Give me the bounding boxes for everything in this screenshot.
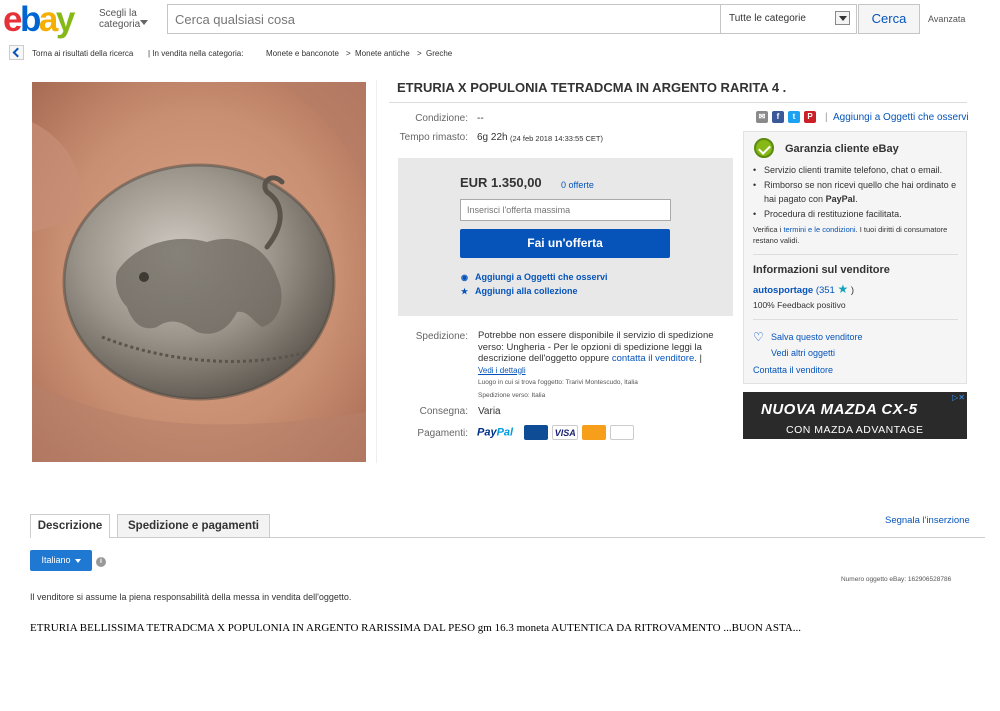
terms-link[interactable]: termini e le condizioni bbox=[783, 225, 855, 234]
add-to-collection-link[interactable]: ★ Aggiungi alla collezione bbox=[460, 286, 578, 296]
pinterest-icon[interactable]: P bbox=[804, 111, 816, 124]
item-location: Luogo in cui si trova l'oggetto: Trarivi… bbox=[478, 379, 638, 386]
tab-description[interactable]: Descrizione bbox=[30, 514, 110, 538]
divider bbox=[753, 319, 958, 320]
seller-feedback: 100% Feedback positivo bbox=[753, 300, 846, 310]
title-divider bbox=[389, 102, 967, 103]
seller-name-link[interactable]: autosportage bbox=[753, 285, 813, 296]
back-to-results-link[interactable]: Torna ai risultati della ricerca bbox=[32, 49, 133, 58]
paypal-logo: PayPal bbox=[477, 426, 514, 439]
breadcrumb-ancient-coins[interactable]: Monete antiche bbox=[355, 49, 410, 58]
time-left-value: 6g 22h bbox=[477, 132, 508, 143]
delivery-label: Consegna: bbox=[419, 406, 468, 417]
shipping-label: Spedizione: bbox=[415, 331, 468, 342]
category-select[interactable]: Tutte le categorie bbox=[720, 5, 856, 33]
add-to-watchlist-link[interactable]: ◉ Aggiungi a Oggetti che osservi bbox=[460, 272, 608, 282]
share-separator: | bbox=[825, 112, 828, 123]
guarantee-check-icon bbox=[754, 138, 774, 158]
divider bbox=[753, 254, 958, 255]
heart-icon[interactable]: ♡ bbox=[753, 330, 764, 344]
guarantee-item: Servizio clienti tramite telefono, chat … bbox=[753, 163, 963, 178]
shipping-info: Potrebbe non essere disponibile il servi… bbox=[478, 330, 714, 399]
info-icon[interactable]: i bbox=[96, 557, 106, 567]
visa-logo: VISA bbox=[552, 425, 579, 440]
facebook-icon[interactable]: f bbox=[772, 111, 784, 124]
other-items-link[interactable]: Vedi altri oggetti bbox=[771, 348, 835, 358]
ships-to: Spedizione verso: Italia bbox=[478, 391, 546, 399]
seller-responsibility: Il venditore si assume la piena responsa… bbox=[30, 592, 352, 602]
share-icons: ✉ f t P bbox=[756, 111, 820, 125]
shipping-details-link[interactable]: Vedi i dettagli bbox=[478, 366, 526, 375]
shop-by-category[interactable]: Scegli la categoria bbox=[99, 8, 159, 30]
ad-headline: NUOVA MAZDA CX-5 bbox=[761, 401, 918, 418]
twitter-icon[interactable]: t bbox=[788, 111, 800, 124]
chevron-down-icon bbox=[140, 20, 148, 25]
add-to-watchlist-right[interactable]: Aggiungi a Oggetti che osservi bbox=[833, 112, 969, 123]
product-image-area bbox=[4, 80, 377, 463]
search-bar: Tutte le categorie bbox=[167, 4, 857, 34]
time-left-label: Tempo rimasto: bbox=[399, 132, 468, 143]
coin-photo[interactable] bbox=[32, 82, 366, 462]
contact-seller-link[interactable]: contatta il venditore. bbox=[612, 353, 697, 364]
email-icon[interactable]: ✉ bbox=[756, 111, 768, 124]
ebay-logo[interactable]: ebay bbox=[3, 2, 75, 37]
item-description: ETRURIA BELLISSIMA TETRADCMA X POPULONIA… bbox=[30, 622, 802, 634]
payments-label: Pagamenti: bbox=[417, 428, 468, 439]
guarantee-item: Procedura di restituzione facilitata. bbox=[753, 207, 963, 222]
item-title: ETRURIA X POPULONIA TETRADCMA IN ARGENTO… bbox=[397, 80, 787, 95]
category-label: | In vendita nella categoria: bbox=[148, 49, 244, 58]
ad-subline: CON MAZDA ADVANTAGE bbox=[786, 424, 924, 436]
place-bid-button[interactable]: Fai un'offerta bbox=[460, 229, 670, 258]
max-bid-input[interactable] bbox=[460, 199, 671, 221]
breadcrumb-coins-banknotes[interactable]: Monete e banconote bbox=[266, 49, 339, 58]
advanced-search-link[interactable]: Avanzata bbox=[928, 14, 965, 24]
breadcrumb-separator: > bbox=[346, 49, 351, 58]
dropdown-icon bbox=[835, 11, 850, 25]
breadcrumb-greek[interactable]: Greche bbox=[426, 49, 452, 58]
delivery-value: Varia bbox=[478, 406, 501, 417]
seller-info-title: Informazioni sul venditore bbox=[753, 264, 890, 276]
maestro-logo bbox=[524, 425, 549, 440]
payment-logos: PayPal VISA bbox=[477, 425, 635, 440]
report-listing-link[interactable]: Segnala l'inserzione bbox=[885, 515, 970, 526]
guarantee-list: Servizio clienti tramite telefono, chat … bbox=[753, 163, 963, 221]
mazda-ad-banner[interactable]: ▷✕ NUOVA MAZDA CX-5 CON MAZDA ADVANTAGE bbox=[743, 392, 967, 439]
time-left-detail: (24 feb 2018 14:33:55 CET) bbox=[510, 134, 603, 143]
guarantee-title: Garanzia cliente eBay bbox=[785, 143, 899, 155]
adchoices-icon[interactable]: ▷✕ bbox=[952, 393, 965, 402]
chevron-down-icon bbox=[74, 558, 81, 563]
star-icon: ★ bbox=[460, 287, 469, 296]
tab-shipping-payments[interactable]: Spedizione e pagamenti bbox=[117, 514, 270, 538]
save-seller-link[interactable]: Salva questo venditore bbox=[771, 332, 863, 342]
search-button[interactable]: Cerca bbox=[858, 4, 920, 34]
eye-icon: ◉ bbox=[461, 273, 468, 282]
language-button[interactable]: Italiano bbox=[30, 550, 92, 571]
contact-seller-link-right[interactable]: Contatta il venditore bbox=[753, 365, 833, 375]
item-number: Numero oggetto eBay: 162906528786 bbox=[841, 576, 952, 583]
paypal-card-logo bbox=[610, 425, 635, 440]
condition-value: -- bbox=[477, 113, 484, 124]
back-arrow-icon[interactable] bbox=[9, 45, 24, 60]
seller-star-icon: ★ bbox=[837, 282, 849, 296]
offers-link[interactable]: 0 offerte bbox=[561, 180, 594, 190]
search-input[interactable] bbox=[168, 5, 720, 33]
mastercard-logo bbox=[582, 425, 607, 440]
current-price: EUR 1.350,00 bbox=[460, 175, 542, 190]
breadcrumb-separator: > bbox=[417, 49, 422, 58]
guarantee-item: Rimborso se non ricevi quello che hai or… bbox=[753, 178, 963, 207]
seller-info: autosportage (351 ★ ) bbox=[753, 282, 855, 296]
condition-label: Condizione: bbox=[415, 113, 468, 124]
guarantee-fine-print: Verifica i termini e le condizioni. I tu… bbox=[753, 225, 948, 245]
seller-score-link[interactable]: (351 bbox=[816, 285, 835, 296]
